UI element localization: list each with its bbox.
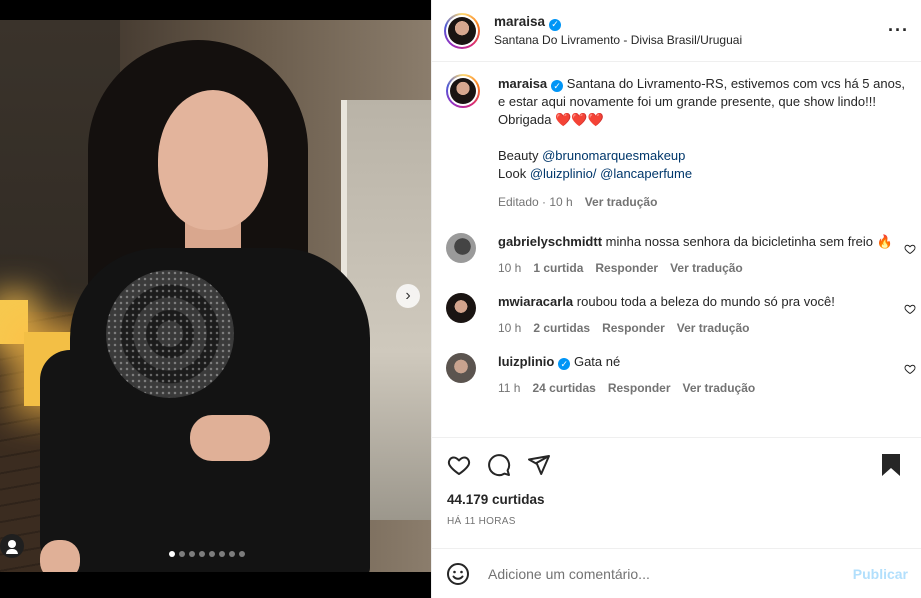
- comment-username[interactable]: mwiaracarla: [498, 294, 573, 309]
- avatar[interactable]: [444, 12, 480, 49]
- like-comment-heart-icon[interactable]: [904, 363, 916, 375]
- comment-likes-button[interactable]: 2 curtidas: [533, 319, 590, 337]
- post-location[interactable]: Santana Do Livramento - Divisa Brasil/Ur…: [494, 33, 742, 47]
- emoji-icon[interactable]: [446, 562, 470, 586]
- look-mention-link[interactable]: @lancaperfume: [600, 166, 692, 181]
- publish-button[interactable]: Publicar: [853, 566, 908, 582]
- avatar[interactable]: [446, 74, 480, 108]
- post-header: maraisa ✓ Santana Do Livramento - Divisa …: [432, 0, 921, 62]
- carousel-dot: [179, 551, 185, 557]
- comment-item: gabrielyschmidtt minha nossa senhora da …: [432, 233, 921, 277]
- like-comment-heart-icon[interactable]: [904, 303, 916, 315]
- person-hand: [190, 415, 270, 461]
- post-modal: › maraisa ✓ Santana Do Livramento - Divis…: [0, 0, 921, 598]
- post-media: ›: [0, 0, 431, 598]
- next-slide-button[interactable]: ›: [396, 284, 420, 308]
- person-face: [158, 90, 268, 230]
- chevron-right-icon: ›: [405, 287, 411, 304]
- translate-button[interactable]: Ver tradução: [683, 379, 756, 397]
- comment-text: minha nossa senhora da bicicletinha sem …: [605, 234, 874, 249]
- add-comment-bar: Publicar: [432, 548, 921, 598]
- dress-flower-brooch: [106, 270, 234, 398]
- comment-item: luizplinio ✓ Gata né 11 h 24 curtidas Res…: [432, 353, 921, 397]
- comment-time: 10 h: [498, 321, 522, 335]
- avatar[interactable]: [446, 233, 476, 263]
- reply-button[interactable]: Responder: [608, 379, 671, 397]
- look-mention-link[interactable]: @luizplinio/: [530, 166, 597, 181]
- carousel-dot: [199, 551, 205, 557]
- verified-badge-icon: ✓: [551, 80, 564, 92]
- caption-hearts: ❤️❤️❤️: [555, 112, 604, 127]
- carousel-dot: [219, 551, 225, 557]
- share-send-icon[interactable]: [527, 453, 551, 477]
- carousel-indicator: [169, 551, 245, 557]
- reply-button[interactable]: Responder: [602, 319, 665, 337]
- like-comment-heart-icon[interactable]: [904, 243, 916, 255]
- person-hand: [40, 540, 80, 572]
- caption-edited-time: Editado · 10 h: [498, 195, 573, 209]
- more-options-icon[interactable]: ···: [888, 20, 909, 41]
- comment-username[interactable]: gabrielyschmidtt: [498, 234, 602, 249]
- comment-username[interactable]: luizplinio: [498, 354, 554, 369]
- carousel-dot: [189, 551, 195, 557]
- comment-time: 11 h: [498, 381, 521, 395]
- post-sidebar: maraisa ✓ Santana Do Livramento - Divisa …: [431, 0, 921, 598]
- translate-button[interactable]: Ver tradução: [670, 259, 743, 277]
- carousel-dot: [169, 551, 175, 557]
- post-time-ago[interactable]: HÁ 11 HORAS: [447, 516, 908, 527]
- comment-likes-button[interactable]: 1 curtida: [533, 259, 583, 277]
- avatar[interactable]: [446, 353, 476, 383]
- person-tag-icon: [6, 540, 18, 554]
- beauty-mention-link[interactable]: @brunomarquesmakeup: [542, 148, 685, 163]
- comment-item: mwiaracarla roubou toda a beleza do mund…: [432, 293, 921, 337]
- comment-text: roubou toda a beleza do mundo só pra voc…: [576, 294, 835, 309]
- comment-likes-button[interactable]: 24 curtidas: [532, 379, 595, 397]
- beauty-label: Beauty: [498, 148, 539, 163]
- translate-button[interactable]: Ver tradução: [585, 193, 658, 211]
- carousel-dot: [229, 551, 235, 557]
- reply-button[interactable]: Responder: [595, 259, 658, 277]
- carousel-dot: [209, 551, 215, 557]
- bookmark-save-icon[interactable]: [880, 453, 902, 477]
- post-caption: maraisa ✓ Santana do Livramento-RS, estiv…: [432, 63, 921, 211]
- avatar[interactable]: [446, 293, 476, 323]
- caption-username[interactable]: maraisa: [498, 76, 547, 91]
- like-heart-icon[interactable]: [447, 453, 471, 477]
- carousel-dot: [239, 551, 245, 557]
- post-actions: 44.179 curtidas HÁ 11 HORAS: [432, 437, 921, 527]
- comment-text: Gata né: [573, 354, 621, 369]
- look-label: Look: [498, 166, 527, 181]
- post-photo[interactable]: [0, 20, 431, 572]
- comment-emoji: 🔥: [876, 234, 893, 249]
- author-username[interactable]: maraisa: [494, 14, 545, 29]
- comment-bubble-icon[interactable]: [487, 453, 511, 477]
- tagged-people-button[interactable]: [0, 534, 24, 558]
- verified-badge-icon: ✓: [558, 358, 571, 370]
- comment-input[interactable]: [488, 565, 853, 582]
- verified-badge-icon: ✓: [549, 18, 562, 31]
- comment-time: 10 h: [498, 261, 522, 275]
- comments-list: maraisa ✓ Santana do Livramento-RS, estiv…: [432, 63, 921, 436]
- translate-button[interactable]: Ver tradução: [677, 319, 750, 337]
- likes-count[interactable]: 44.179 curtidas: [447, 492, 908, 507]
